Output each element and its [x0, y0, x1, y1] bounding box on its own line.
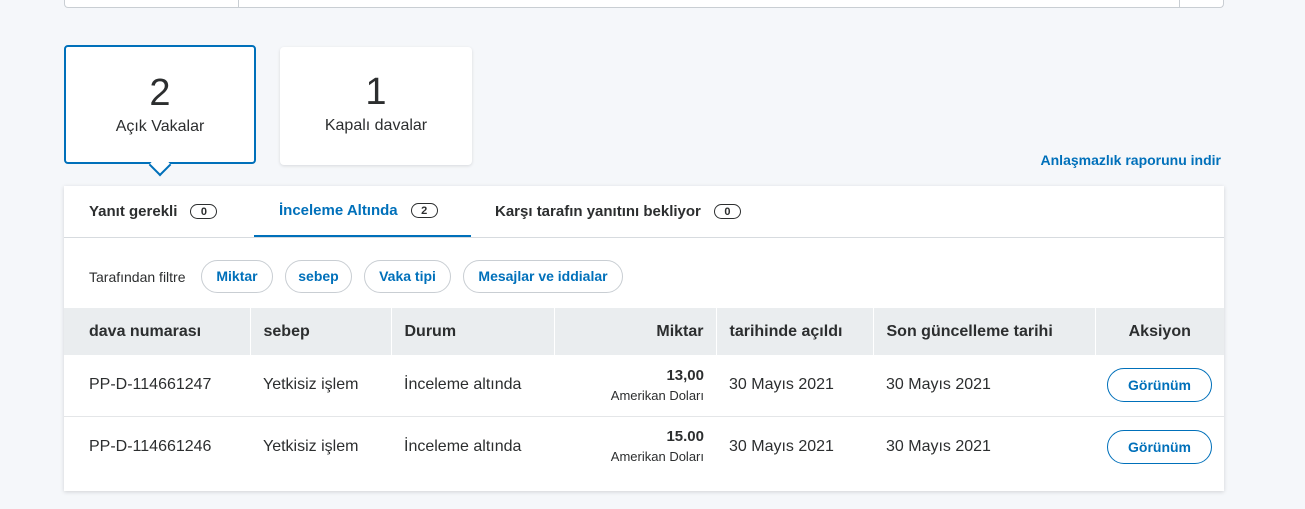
action-cell: Görünüm	[1095, 416, 1224, 477]
amount-currency: Amerikan Doları	[610, 387, 704, 403]
search-bar-divider	[238, 0, 239, 7]
filter-chip-case-type[interactable]: Vaka tipi	[364, 260, 451, 293]
view-button[interactable]: Görünüm	[1107, 368, 1212, 403]
updated-date-cell: 30 Mayıs 2021	[886, 437, 991, 455]
filter-chip-reason[interactable]: sebep	[285, 260, 352, 293]
column-header-action: Aksiyon	[1095, 308, 1224, 355]
column-header-status[interactable]: Durum	[391, 308, 555, 355]
search-bar-divider	[1179, 0, 1180, 7]
filter-chip-messages-claims[interactable]: Mesajlar ve iddialar	[463, 260, 623, 293]
cases-panel: Yanıt gerekli 0 İnceleme Altında 2 Karşı…	[64, 186, 1224, 491]
tab-label: Yanıt gerekli	[89, 202, 178, 220]
column-header-opened-date[interactable]: tarihinde açıldı	[716, 308, 874, 355]
tab-label: İnceleme Altında	[279, 202, 398, 219]
amount-cell: 15.00 Amerikan Doları	[554, 416, 716, 477]
tab-count-badge: 0	[190, 203, 218, 219]
open-cases-label: Açık Vakalar	[115, 118, 205, 135]
tab-count-badge: 0	[713, 203, 741, 219]
tab-awaiting-other-party[interactable]: Karşı tarafın yanıtını bekliyor 0	[471, 186, 771, 236]
amount-value: 15.00	[666, 428, 704, 446]
case-number-cell: PP-D-114661247	[64, 355, 250, 417]
opened-date-cell: 30 Mayıs 2021	[716, 355, 873, 417]
table-row: PP-D-114661246 Yetkisiz işlem İnceleme a…	[64, 416, 1224, 477]
case-number-cell: PP-D-114661246	[89, 437, 212, 455]
action-cell: Görünüm	[1095, 355, 1224, 417]
status-cell: İnceleme altında	[404, 437, 522, 455]
table-header-row: dava numarası sebep Durum Miktar tarihin…	[64, 308, 1224, 355]
tab-under-review[interactable]: İnceleme Altında 2	[254, 186, 471, 237]
open-cases-card[interactable]: 2 Açık Vakalar	[64, 45, 256, 177]
amount-cell: 13,00 Amerikan Doları	[554, 355, 716, 417]
table-row: PP-D-114661247 Yetkisiz işlem İnceleme a…	[64, 355, 1224, 417]
view-button[interactable]: Görünüm	[1107, 429, 1212, 464]
filter-bar: Tarafından filtre Miktar sebep Vaka tipi…	[64, 260, 1224, 294]
open-cases-count: 2	[149, 72, 171, 114]
filter-chip-amount[interactable]: Miktar	[201, 260, 273, 293]
column-header-amount[interactable]: Miktar	[554, 308, 717, 355]
search-bar[interactable]	[64, 0, 1224, 8]
closed-cases-count: 1	[365, 71, 387, 113]
closed-cases-card[interactable]: 1 Kapalı davalar	[280, 47, 472, 165]
tab-count-badge: 2	[410, 203, 438, 218]
filter-label: Tarafından filtre	[89, 269, 186, 285]
reason-cell: Yetkisiz işlem	[250, 355, 391, 417]
column-header-reason[interactable]: sebep	[250, 308, 392, 355]
updated-date-cell: 30 Mayıs 2021	[873, 355, 1095, 417]
cases-table: dava numarası sebep Durum Miktar tarihin…	[64, 308, 1224, 477]
tab-label: Karşı tarafın yanıtını bekliyor	[495, 202, 701, 220]
opened-date-cell: 30 Mayıs 2021	[729, 437, 834, 455]
status-cell: İnceleme altında	[391, 355, 554, 417]
closed-cases-label: Kapalı davalar	[324, 117, 428, 134]
download-report-link[interactable]: Anlaşmazlık raporunu indir	[1041, 152, 1221, 168]
column-header-last-updated[interactable]: Son güncelleme tarihi	[873, 308, 1096, 355]
case-tabs: Yanıt gerekli 0 İnceleme Altında 2 Karşı…	[64, 186, 1224, 238]
amount-value: 13,00	[666, 366, 704, 384]
tab-response-required[interactable]: Yanıt gerekli 0	[64, 186, 254, 236]
reason-cell: Yetkisiz işlem	[263, 437, 359, 455]
selected-card-pointer	[148, 153, 172, 177]
column-header-case-number[interactable]: dava numarası	[64, 308, 251, 355]
amount-currency: Amerikan Doları	[610, 449, 704, 465]
